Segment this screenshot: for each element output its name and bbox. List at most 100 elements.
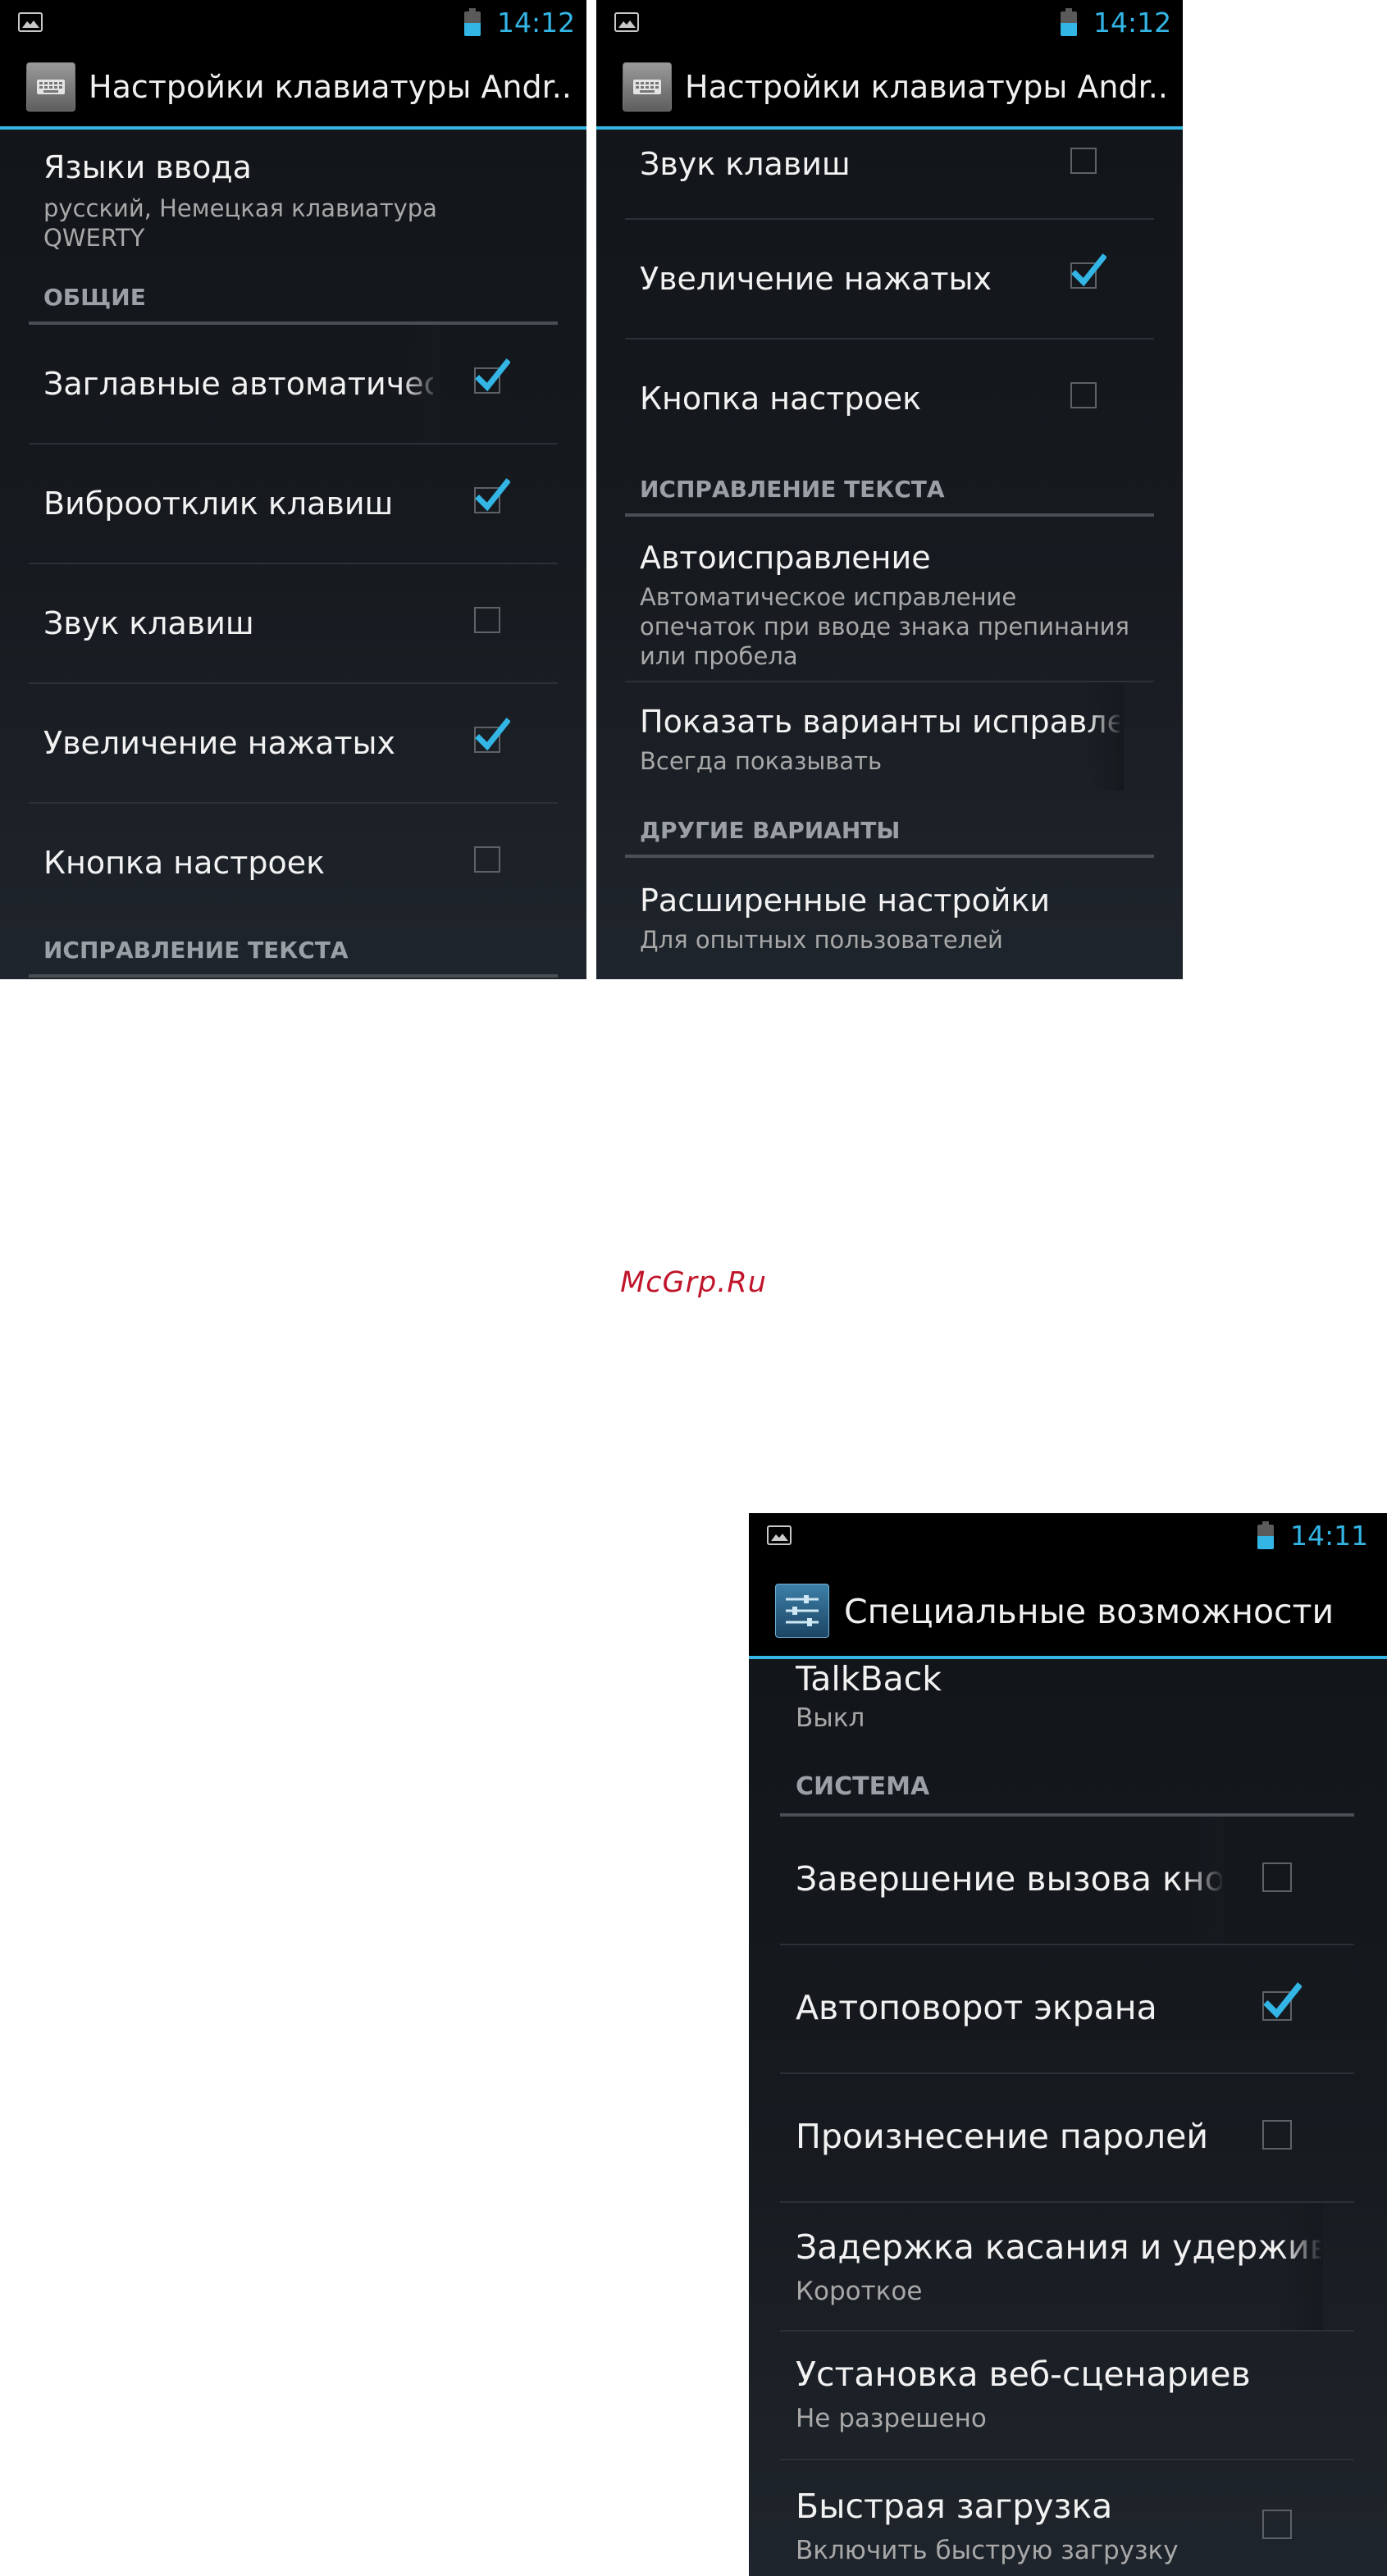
accessibility-screen: 14:11 Специальные возможности TalkBack В… <box>749 1513 1387 2576</box>
watermark: McGrp.Ru <box>620 1266 767 1299</box>
input-languages-summary: русский, Немецкая клавиатура QWERTY <box>43 194 437 252</box>
vibrate-label: Виброотклик клавиш <box>43 486 394 522</box>
category-divider <box>29 974 558 978</box>
advanced-summary: Для опытных пользователей <box>640 926 1003 954</box>
power-end-call-row[interactable]: Завершение вызова кнопкой питания <box>749 1817 1387 1944</box>
popup-row[interactable]: Увеличение нажатых <box>596 220 1183 338</box>
web-scripts-item[interactable]: Установка веб-сценариев Не разрешено <box>749 2332 1387 2459</box>
auto-caps-label: Заглавные автоматически <box>43 366 433 402</box>
popup-label: Увеличение нажатых <box>43 725 396 761</box>
action-bar: Настройки клавиатуры Andr... <box>0 46 586 130</box>
action-bar: Специальные возможности <box>749 1559 1387 1659</box>
keyboard-app-icon[interactable] <box>26 62 75 112</box>
popup-checkbox[interactable] <box>474 718 510 753</box>
category-text-correction: ИСПРАВЛЕНИЕ ТЕКСТА <box>640 476 945 503</box>
auto-rotate-label: Автоповорот экрана <box>796 1988 1157 2027</box>
input-languages-item[interactable]: Языки ввода русский, Немецкая клавиатура… <box>0 130 586 253</box>
category-general: ОБЩИЕ <box>43 284 146 311</box>
auto-caps-checkbox[interactable] <box>474 358 510 394</box>
action-bar: Настройки клавиатуры Andr... <box>596 46 1183 130</box>
touch-hold-delay-item[interactable]: Задержка касания и удерживания Короткое <box>749 2203 1387 2330</box>
popup-checkbox[interactable] <box>1070 253 1106 289</box>
talkback-summary: Выкл <box>796 1703 865 1733</box>
image-notification-icon <box>614 12 639 32</box>
status-clock: 14:12 <box>1093 7 1172 39</box>
speak-passwords-row[interactable]: Произнесение паролей <box>749 2074 1387 2201</box>
quick-boot-summary: Включить быструю загрузку <box>796 2536 1179 2565</box>
suggestions-item[interactable]: Показать варианты исправления Всегда пок… <box>596 682 1183 791</box>
text-fade <box>1282 2203 1323 2330</box>
image-notification-icon <box>767 1525 792 1545</box>
text-fade <box>1184 1817 1225 1944</box>
talkback-title: TalkBack <box>796 1659 942 1698</box>
auto-rotate-row[interactable]: Автоповорот экрана <box>749 1945 1387 2072</box>
settings-key-row[interactable]: Кнопка настроек <box>0 804 586 922</box>
action-bar-title: Настройки клавиатуры Andr... <box>89 69 573 105</box>
settings-key-checkbox[interactable] <box>474 846 500 873</box>
status-bar: 14:11 <box>749 1513 1387 1559</box>
checkmark-icon <box>1071 253 1106 287</box>
battery-icon <box>464 8 481 36</box>
popup-row[interactable]: Увеличение нажатых <box>0 684 586 802</box>
autocorrect-summary: Автоматическое исправление опечаток при … <box>640 583 1129 670</box>
settings-list: Звук клавиш Увеличение нажатых Кнопка на… <box>596 130 1183 979</box>
status-clock: 14:12 <box>497 7 576 39</box>
keyboard-settings-screen-2: 14:12 Настройки клавиатуры Andr... Звук … <box>596 0 1183 979</box>
category-system: СИСТЕМА <box>796 1772 930 1801</box>
touch-hold-delay-title: Задержка касания и удерживания <box>796 2227 1321 2267</box>
power-end-call-label: Завершение вызова кнопкой питания <box>796 1859 1222 1899</box>
checkmark-icon <box>475 478 510 512</box>
battery-icon <box>1257 1521 1274 1549</box>
popup-label: Увеличение нажатых <box>640 261 992 297</box>
text-fade <box>400 325 441 443</box>
action-bar-title: Настройки клавиатуры Andr... <box>685 69 1169 105</box>
advanced-item[interactable]: Расширенные настройки Для опытных пользо… <box>596 858 1183 979</box>
text-fade <box>1087 682 1124 791</box>
image-notification-icon <box>18 12 43 32</box>
auto-caps-row[interactable]: Заглавные автоматически <box>0 325 586 443</box>
vibrate-checkbox[interactable] <box>474 478 510 513</box>
sound-checkbox[interactable] <box>1070 148 1097 174</box>
settings-list: TalkBack Выкл СИСТЕМА Завершение вызова … <box>749 1659 1387 2576</box>
input-languages-title: Языки ввода <box>43 149 252 185</box>
category-text-correction: ИСПРАВЛЕНИЕ ТЕКСТА <box>43 937 349 964</box>
settings-key-row[interactable]: Кнопка настроек <box>596 340 1183 458</box>
auto-rotate-checkbox[interactable] <box>1262 1982 1302 2021</box>
settings-list: Языки ввода русский, Немецкая клавиатура… <box>0 130 586 979</box>
checkmark-icon <box>475 718 510 751</box>
keyboard-settings-screen-1: 14:12 Настройки клавиатуры Andr... Языки… <box>0 0 586 979</box>
settings-key-label: Кнопка настроек <box>640 381 922 417</box>
checkmark-icon <box>475 358 510 392</box>
quick-boot-row[interactable]: Быстрая загрузка Включить быструю загруз… <box>749 2460 1387 2575</box>
checkmark-icon <box>1263 1982 1302 2018</box>
vibrate-row[interactable]: Виброотклик клавиш <box>0 445 586 563</box>
sound-row[interactable]: Звук клавиш <box>596 130 1183 218</box>
category-other: ДРУГИЕ ВАРИАНТЫ <box>640 817 901 844</box>
quick-boot-title: Быстрая загрузка <box>796 2487 1113 2526</box>
battery-icon <box>1061 8 1077 36</box>
status-bar: 14:12 <box>596 0 1183 46</box>
suggestions-title: Показать варианты исправления <box>640 704 1120 740</box>
settings-key-checkbox[interactable] <box>1070 382 1097 408</box>
sound-label: Звук клавиш <box>640 146 851 182</box>
settings-key-label: Кнопка настроек <box>43 845 326 881</box>
sound-label: Звук клавиш <box>43 605 254 641</box>
touch-hold-delay-summary: Короткое <box>796 2277 923 2306</box>
speak-passwords-label: Произнесение паролей <box>796 2117 1209 2156</box>
advanced-title: Расширенные настройки <box>640 882 1051 919</box>
power-end-call-checkbox[interactable] <box>1262 1862 1292 1892</box>
speak-passwords-checkbox[interactable] <box>1262 2120 1292 2150</box>
web-scripts-title: Установка веб-сценариев <box>796 2355 1251 2394</box>
suggestions-summary: Всегда показывать <box>640 747 883 775</box>
status-bar: 14:12 <box>0 0 586 46</box>
quick-boot-checkbox[interactable] <box>1262 2510 1292 2539</box>
action-bar-title: Специальные возможности <box>844 1592 1335 1631</box>
web-scripts-summary: Не разрешено <box>796 2404 987 2433</box>
keyboard-app-icon[interactable] <box>623 62 672 112</box>
talkback-item[interactable]: TalkBack Выкл <box>749 1659 1387 1758</box>
sound-checkbox[interactable] <box>474 607 500 633</box>
autocorrect-item[interactable]: Автоисправление Автоматическое исправлен… <box>596 517 1183 681</box>
sound-row[interactable]: Звук клавиш <box>0 564 586 682</box>
status-clock: 14:11 <box>1290 1520 1369 1552</box>
accessibility-settings-icon[interactable] <box>775 1584 829 1638</box>
